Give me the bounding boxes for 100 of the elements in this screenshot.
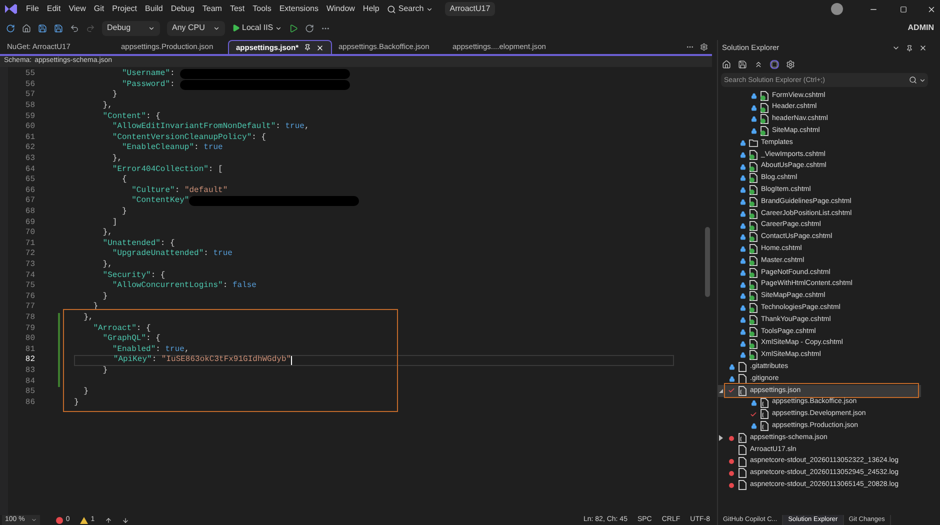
code-token: : { — [146, 333, 160, 345]
line-number: 85 — [24, 386, 36, 398]
line-number: 72 — [24, 248, 36, 260]
code-token: true — [285, 121, 304, 134]
menu-item[interactable]: File — [26, 3, 39, 15]
code-token: true — [204, 142, 223, 154]
code-token: { — [121, 174, 127, 186]
code-token: , — [304, 121, 310, 134]
menu-item[interactable]: Window — [326, 3, 355, 15]
line-number: 66 — [24, 184, 36, 196]
code-token: : { — [146, 110, 160, 122]
code-token: "Username" — [121, 68, 170, 80]
line-number: 65 — [24, 174, 36, 186]
line-number: 64 — [24, 164, 36, 176]
avatar[interactable] — [831, 3, 843, 15]
menu-item[interactable]: Build — [145, 3, 163, 15]
menu-item[interactable]: Extensions — [279, 3, 318, 15]
menu-item[interactable]: Team — [202, 3, 222, 15]
code-token: "Security" — [102, 270, 151, 281]
close-icon[interactable] — [927, 4, 936, 14]
code-token: : — [152, 354, 158, 366]
code-token: } — [102, 290, 108, 303]
line-number: 61 — [24, 132, 36, 144]
line-number: 84 — [24, 376, 36, 388]
caret-icon — [275, 24, 282, 32]
close-icon[interactable] — [919, 44, 927, 52]
expand-arrow-icon[interactable] — [719, 435, 723, 441]
line-number: 82 — [24, 354, 36, 366]
platform-dropdown[interactable]: Any CPU — [167, 20, 225, 36]
code-token: : { — [136, 322, 151, 334]
caret-icon — [919, 77, 926, 84]
code-token: ] — [111, 216, 118, 229]
code-token: : — [156, 344, 162, 356]
line-number: 59 — [24, 110, 36, 122]
warning-icon — [80, 516, 88, 524]
menu-item[interactable]: Debug — [170, 3, 194, 15]
menu-item[interactable]: Tools — [252, 3, 272, 15]
collapse-arrow-icon[interactable] — [719, 388, 723, 393]
maximize-icon[interactable] — [900, 6, 907, 12]
settings-icon[interactable] — [700, 43, 708, 51]
undo-icon[interactable] — [70, 24, 79, 32]
up-arrow-icon[interactable] — [104, 516, 112, 524]
menu-item[interactable]: Test — [230, 3, 245, 15]
code-token: : { — [160, 238, 175, 249]
code-token: } — [82, 386, 88, 398]
pin-icon[interactable] — [906, 44, 913, 52]
line-number: 57 — [24, 89, 36, 102]
code-token: "IuSE863okC3tFx91GIdhWGdyb" — [161, 354, 292, 366]
line-number: 62 — [24, 142, 36, 154]
line-number: 77 — [24, 301, 36, 314]
code-token: }, — [82, 312, 94, 324]
code-token: "ContentVersionCleanupPolicy" — [111, 132, 252, 143]
down-arrow-icon[interactable] — [122, 516, 129, 524]
line-number: 69 — [24, 216, 36, 228]
code-token: : — [276, 121, 282, 134]
play-icon — [232, 24, 240, 32]
caret-icon — [426, 6, 433, 12]
account-button[interactable]: ADMIN — [908, 22, 934, 34]
solution-name-badge: ArroactU17 — [444, 2, 496, 16]
save-icon[interactable] — [38, 24, 47, 32]
configuration-dropdown[interactable]: Debug — [102, 20, 160, 36]
code-token: "EnableCleanup" — [121, 142, 194, 154]
line-number: 60 — [24, 121, 36, 134]
run-button[interactable]: Local IIS — [232, 22, 282, 34]
code-token: "Enabled" — [111, 344, 156, 355]
line-number: 63 — [24, 153, 36, 166]
menu-item[interactable]: Edit — [46, 3, 61, 15]
code-token: } — [102, 364, 108, 377]
caret-icon[interactable] — [892, 44, 900, 52]
collapse-all-icon[interactable] — [754, 60, 763, 69]
menu-item[interactable]: Git — [94, 3, 104, 15]
code-token: : [ — [208, 164, 223, 176]
code-token: } — [111, 89, 118, 102]
code-token: "AllowEditInvariantFromNonDefault" — [111, 121, 276, 133]
code-token: false — [232, 280, 256, 292]
caret-icon — [148, 24, 155, 32]
code-token: : — [194, 142, 200, 154]
menu-item[interactable]: Project — [112, 3, 138, 15]
line-number: 55 — [24, 68, 36, 80]
search-button[interactable]: Search — [387, 3, 433, 15]
line-number: 70 — [24, 227, 36, 240]
line-number: 81 — [24, 344, 36, 356]
code-token: "ContentKey" — [130, 195, 190, 208]
save-all-icon[interactable] — [54, 24, 63, 32]
menu-item[interactable]: View — [68, 3, 86, 15]
home-icon[interactable] — [722, 60, 731, 69]
code-token: "AllowConcurrentLogins" — [111, 280, 223, 292]
code-token: "Unattended" — [102, 238, 160, 249]
line-number: 83 — [24, 364, 36, 377]
start-without-debugging-icon[interactable] — [289, 24, 298, 32]
code-token: : — [174, 184, 181, 196]
code-token: } — [121, 206, 127, 218]
code-token: : { — [150, 270, 166, 281]
menu-item[interactable]: Help — [362, 3, 380, 15]
error-icon — [56, 516, 63, 524]
refresh-icon[interactable] — [305, 24, 314, 32]
close-tab-icon[interactable] — [316, 44, 324, 52]
line-number: 68 — [24, 206, 36, 218]
scrollbar-thumb[interactable] — [704, 227, 710, 297]
code-token: true — [213, 248, 232, 260]
